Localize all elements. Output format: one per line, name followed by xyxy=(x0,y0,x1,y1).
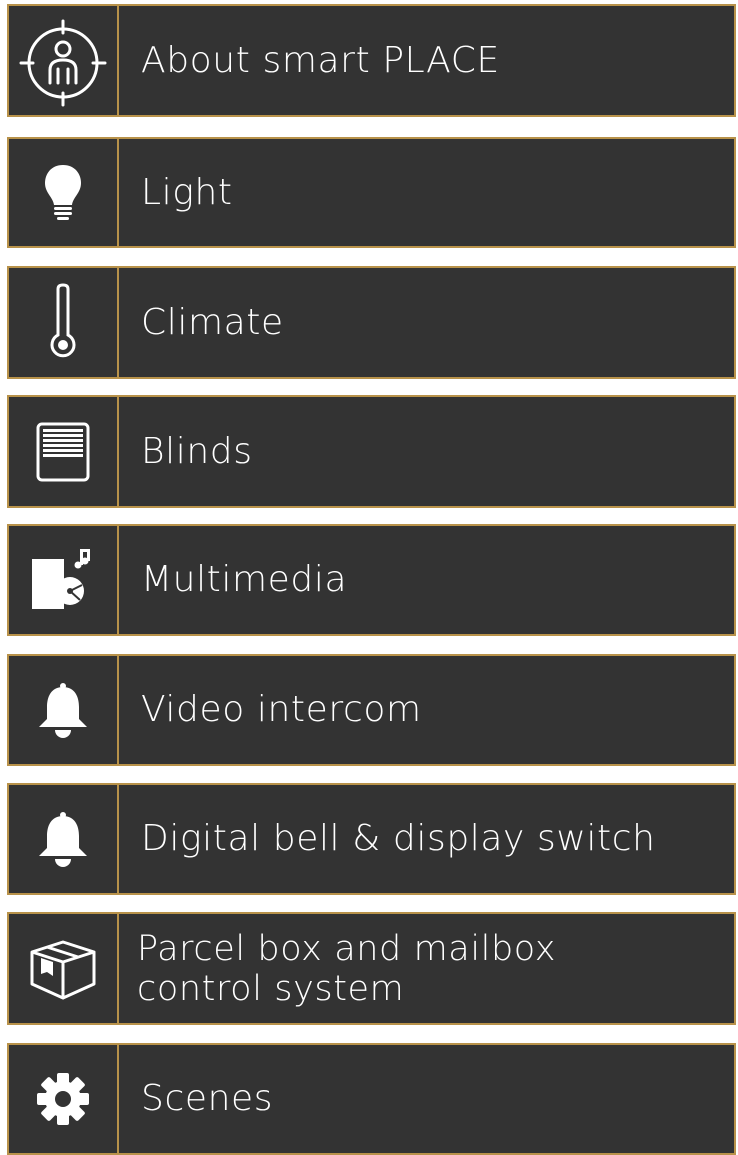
menu-item-icon-cell xyxy=(9,914,119,1023)
menu-item-icon-cell xyxy=(9,397,119,506)
menu-item-icon-cell xyxy=(9,6,119,115)
bell-icon xyxy=(39,683,87,738)
menu-item-scenes[interactable]: Scenes xyxy=(7,1043,736,1155)
main-menu: About smart PLACE Light Climate Blinds M… xyxy=(0,0,738,1155)
light-bulb-icon xyxy=(45,164,81,220)
menu-item-label: Multimedia xyxy=(141,559,348,600)
menu-item-icon-cell xyxy=(9,656,119,764)
menu-item-about-smart-place[interactable]: About smart PLACE xyxy=(7,4,736,117)
menu-item-label: Climate xyxy=(141,301,284,343)
parcel-box-icon xyxy=(30,940,96,999)
menu-item-multimedia[interactable]: Multimedia xyxy=(7,524,736,636)
menu-item-label: Video intercom xyxy=(141,689,422,730)
bell-icon xyxy=(39,812,87,867)
menu-item-climate[interactable]: Climate xyxy=(7,266,736,379)
menu-item-light[interactable]: Light xyxy=(7,137,736,248)
menu-item-digital-bell[interactable]: Digital bell & display switch xyxy=(7,783,736,895)
menu-item-icon-cell xyxy=(9,268,119,377)
menu-item-icon-cell xyxy=(9,1045,119,1153)
menu-item-label: Scenes xyxy=(141,1078,274,1119)
menu-item-label: About smart PLACE xyxy=(141,39,500,81)
menu-item-video-intercom[interactable]: Video intercom xyxy=(7,654,736,766)
thermometer-icon xyxy=(50,282,76,357)
menu-item-parcel-box[interactable]: Parcel box and mailbox control system xyxy=(7,912,736,1025)
menu-item-icon-cell xyxy=(9,526,119,634)
menu-item-blinds[interactable]: Blinds xyxy=(7,395,736,508)
menu-item-icon-cell xyxy=(9,139,119,246)
menu-item-label: Light xyxy=(141,171,233,213)
gear-icon xyxy=(37,1073,89,1125)
menu-item-label: Parcel box and mailbox control system xyxy=(137,928,557,1009)
menu-item-label: Digital bell & display switch xyxy=(141,818,656,859)
menu-item-icon-cell xyxy=(9,785,119,893)
menu-item-label: Blinds xyxy=(141,430,253,472)
blinds-icon xyxy=(36,422,90,481)
person-target-icon xyxy=(19,19,107,106)
multimedia-icon xyxy=(32,549,90,609)
